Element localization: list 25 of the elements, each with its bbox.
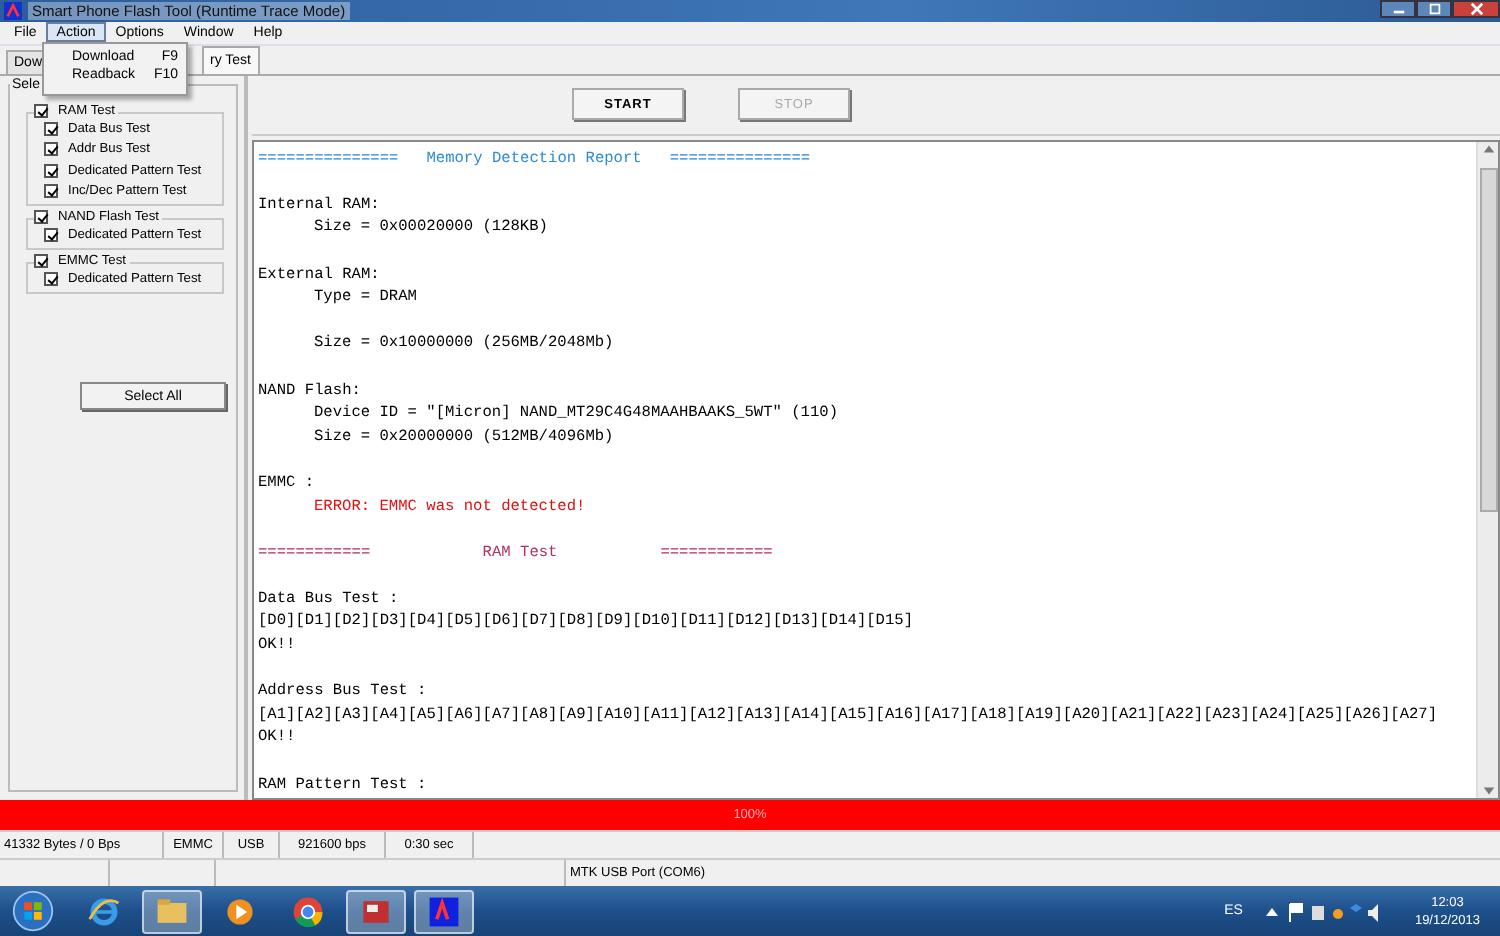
close-button[interactable] — [1452, 0, 1500, 19]
taskbar-app[interactable] — [414, 889, 474, 934]
checkbox[interactable] — [44, 272, 58, 287]
checkbox[interactable] — [44, 184, 58, 199]
app-icon — [426, 893, 462, 930]
scroll-up-icon — [1481, 141, 1495, 156]
checkbox[interactable] — [44, 228, 58, 243]
browser-e-icon — [86, 893, 122, 930]
system-tray-icons[interactable] — [1262, 899, 1383, 924]
start-button[interactable] — [12, 890, 54, 933]
checkbox[interactable] — [44, 121, 58, 136]
checkbox[interactable] — [44, 142, 58, 157]
play-icon — [222, 893, 258, 930]
maximize-icon — [1425, 2, 1443, 17]
minimize-button[interactable] — [1380, 0, 1416, 19]
checkbox[interactable] — [34, 103, 48, 118]
checkbox[interactable] — [34, 210, 48, 225]
app-icon — [4, 1, 22, 20]
scroll-down-icon — [1481, 784, 1495, 799]
maximize-button[interactable] — [1416, 0, 1452, 19]
taskbar-app[interactable] — [346, 889, 406, 934]
checkbox[interactable] — [34, 254, 48, 269]
checkbox[interactable] — [44, 163, 58, 178]
browser-icon — [290, 893, 326, 930]
close-icon — [1467, 2, 1485, 17]
